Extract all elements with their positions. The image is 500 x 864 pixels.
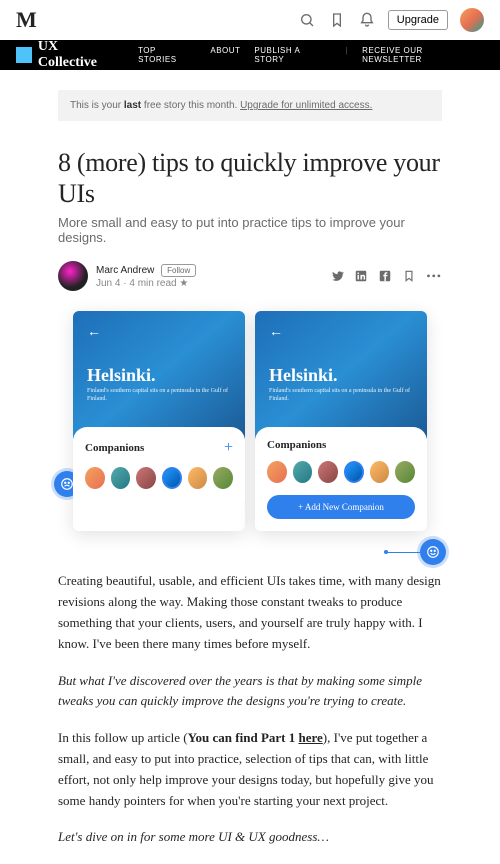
connector-line xyxy=(388,552,420,553)
text: In this follow up article ( xyxy=(58,730,188,745)
banner-upgrade-link[interactable]: Upgrade for unlimited access. xyxy=(240,100,372,111)
author-avatar[interactable] xyxy=(58,261,88,291)
paragraph: But what I've discovered over the years … xyxy=(58,671,442,713)
text-bold: You can find Part 1 xyxy=(188,730,299,745)
twitter-icon[interactable] xyxy=(330,269,344,283)
companion-avatar xyxy=(293,461,313,483)
city-name: Helsinki. xyxy=(269,365,413,386)
companion-avatar xyxy=(188,467,208,489)
publication-nav: TOP STORIES ABOUT PUBLISH A STORY | RECE… xyxy=(138,46,484,64)
companion-avatar xyxy=(370,461,390,483)
banner-text-mid: free story this month. xyxy=(141,100,240,111)
companion-avatar xyxy=(267,461,287,483)
paragraph: Let's dive on in for some more UI & UX g… xyxy=(58,827,442,848)
nav-divider: | xyxy=(346,46,349,64)
avatar-row xyxy=(267,461,415,483)
linkedin-icon[interactable] xyxy=(354,269,368,283)
paragraph: In this follow up article (You can find … xyxy=(58,728,442,811)
city-subtitle: Finland's southern capital sits on a pen… xyxy=(87,388,231,404)
user-avatar[interactable] xyxy=(460,8,484,32)
banner-text-prefix: This is your xyxy=(70,100,124,111)
companions-label: Companions xyxy=(267,439,326,451)
companion-avatar xyxy=(213,467,233,489)
phone-mockup-left: ← Helsinki. Finland's southern capital s… xyxy=(73,311,245,531)
add-companion-button: + Add New Companion xyxy=(267,495,415,519)
search-icon[interactable] xyxy=(298,11,316,29)
paragraph-italic: Let's dive on in for some more UI & UX g… xyxy=(58,829,329,844)
nav-publish[interactable]: PUBLISH A STORY xyxy=(254,46,331,64)
back-arrow-icon: ← xyxy=(87,325,231,341)
happy-face-icon xyxy=(420,539,446,565)
avatar-row xyxy=(85,467,233,489)
more-icon[interactable]: ••• xyxy=(426,269,442,284)
part1-link[interactable]: here xyxy=(298,730,322,745)
byline: Marc Andrew Follow Jun 4 · 4 min read ★ … xyxy=(58,261,442,291)
article-title: 8 (more) tips to quickly improve your UI… xyxy=(58,147,442,209)
phone-mockup-right: ← Helsinki. Finland's southern capital s… xyxy=(255,311,427,531)
companions-label: Companions xyxy=(85,442,144,454)
publication-logo[interactable]: UX Collective xyxy=(16,39,120,71)
plus-icon: + xyxy=(224,439,233,457)
paragraph: Creating beautiful, usable, and efficien… xyxy=(58,571,442,654)
back-arrow-icon: ← xyxy=(269,325,413,341)
notifications-icon[interactable] xyxy=(358,11,376,29)
connector-dot xyxy=(384,550,388,554)
companion-avatar xyxy=(162,467,182,489)
paywall-banner: This is your last free story this month.… xyxy=(58,90,442,121)
nav-newsletter[interactable]: RECEIVE OUR NEWSLETTER xyxy=(362,46,484,64)
topbar-actions: Upgrade xyxy=(298,8,484,32)
companion-avatar xyxy=(85,467,105,489)
nav-top-stories[interactable]: TOP STORIES xyxy=(138,46,196,64)
banner-text-bold: last xyxy=(124,100,141,111)
bookmarks-icon[interactable] xyxy=(328,11,346,29)
facebook-icon[interactable] xyxy=(378,269,392,283)
companion-avatar xyxy=(136,467,156,489)
publication-name: UX Collective xyxy=(38,39,120,71)
article-body: Creating beautiful, usable, and efficien… xyxy=(58,571,442,848)
city-subtitle: Finland's southern capital sits on a pen… xyxy=(269,388,413,404)
publication-bar: UX Collective TOP STORIES ABOUT PUBLISH … xyxy=(0,40,500,70)
bookmark-icon[interactable] xyxy=(402,269,416,283)
companion-avatar xyxy=(318,461,338,483)
companion-avatar xyxy=(111,467,131,489)
nav-about[interactable]: ABOUT xyxy=(210,46,240,64)
paragraph-italic: But what I've discovered over the years … xyxy=(58,673,422,709)
article-meta: Jun 4 · 4 min read ★ xyxy=(96,278,196,289)
follow-button[interactable]: Follow xyxy=(161,264,196,277)
article-subtitle: More small and easy to put into practice… xyxy=(58,215,442,245)
companion-avatar xyxy=(395,461,415,483)
author-name[interactable]: Marc Andrew xyxy=(96,265,154,276)
medium-logo[interactable]: M xyxy=(16,7,37,33)
upgrade-button[interactable]: Upgrade xyxy=(388,10,448,30)
companion-avatar xyxy=(344,461,364,483)
city-name: Helsinki. xyxy=(87,365,231,386)
topbar: M Upgrade xyxy=(0,0,500,40)
hero-image: ← Helsinki. Finland's southern capital s… xyxy=(58,311,442,531)
publication-logo-icon xyxy=(16,47,32,63)
